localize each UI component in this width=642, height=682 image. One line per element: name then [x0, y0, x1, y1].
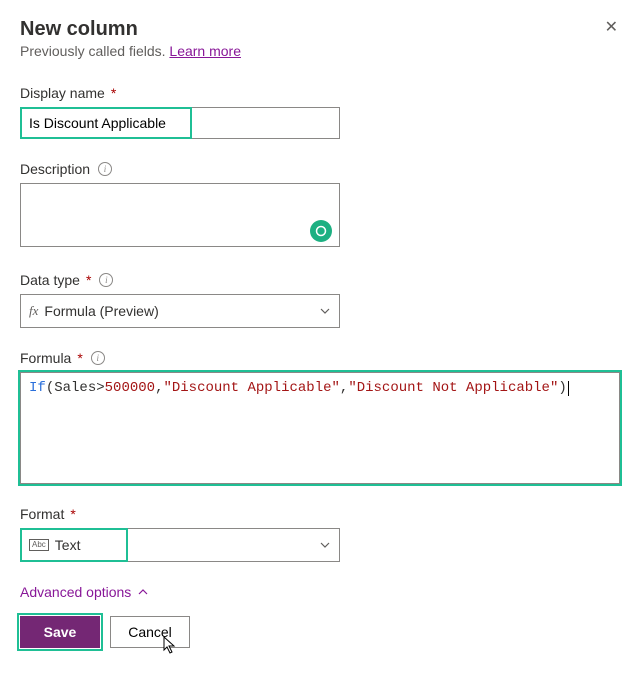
format-value: Text [55, 537, 81, 553]
data-type-value: Formula (Preview) [44, 303, 158, 319]
description-label-text: Description [20, 161, 90, 177]
description-input[interactable] [20, 183, 340, 247]
info-icon[interactable]: i [99, 273, 113, 287]
text-cursor [568, 381, 569, 396]
display-name-label-text: Display name [20, 85, 105, 101]
required-asterisk: * [70, 506, 75, 522]
chevron-down-icon [319, 539, 331, 551]
data-type-label-text: Data type [20, 272, 80, 288]
learn-more-link[interactable]: Learn more [169, 43, 241, 59]
panel-subtitle: Previously called fields. Learn more [20, 43, 241, 59]
close-button[interactable]: ✕ [601, 18, 622, 38]
close-icon: ✕ [605, 19, 618, 36]
advanced-options-toggle[interactable]: Advanced options [20, 584, 149, 600]
format-label-text: Format [20, 506, 64, 522]
formula-token-gt: > [96, 380, 104, 396]
advanced-options-label: Advanced options [20, 584, 131, 600]
required-asterisk: * [86, 272, 91, 288]
data-type-select[interactable]: fx Formula (Preview) [20, 294, 340, 328]
format-label: Format * [20, 506, 622, 522]
required-asterisk: * [77, 350, 82, 366]
chevron-down-icon [319, 305, 331, 317]
subtitle-text: Previously called fields. [20, 43, 169, 59]
grammar-check-icon[interactable] [310, 220, 332, 242]
formula-token-num: 500000 [105, 380, 155, 396]
formula-token-str1: "Discount Applicable" [163, 380, 339, 396]
formula-token-paren: ) [558, 380, 566, 396]
formula-label: Formula * i [20, 350, 622, 366]
fx-icon: fx [29, 303, 38, 319]
formula-input[interactable]: If(Sales>500000,"Discount Applicable","D… [20, 372, 620, 484]
chevron-up-icon [137, 586, 149, 598]
display-name-input[interactable] [20, 107, 340, 139]
required-asterisk: * [111, 85, 116, 101]
cancel-button[interactable]: Cancel [110, 616, 190, 648]
save-button[interactable]: Save [20, 616, 100, 648]
formula-token-fn: If [29, 380, 46, 396]
formula-label-text: Formula [20, 350, 71, 366]
display-name-label: Display name * [20, 85, 622, 101]
panel-title: New column [20, 18, 241, 41]
info-icon[interactable]: i [91, 351, 105, 365]
formula-token-str2: "Discount Not Applicable" [348, 380, 558, 396]
formula-token-id: Sales [54, 380, 96, 396]
text-type-icon: Abc [29, 539, 49, 551]
formula-token-paren: ( [46, 380, 54, 396]
description-label: Description i [20, 161, 622, 177]
info-icon[interactable]: i [98, 162, 112, 176]
data-type-label: Data type * i [20, 272, 622, 288]
format-select[interactable]: Abc Text [20, 528, 340, 562]
